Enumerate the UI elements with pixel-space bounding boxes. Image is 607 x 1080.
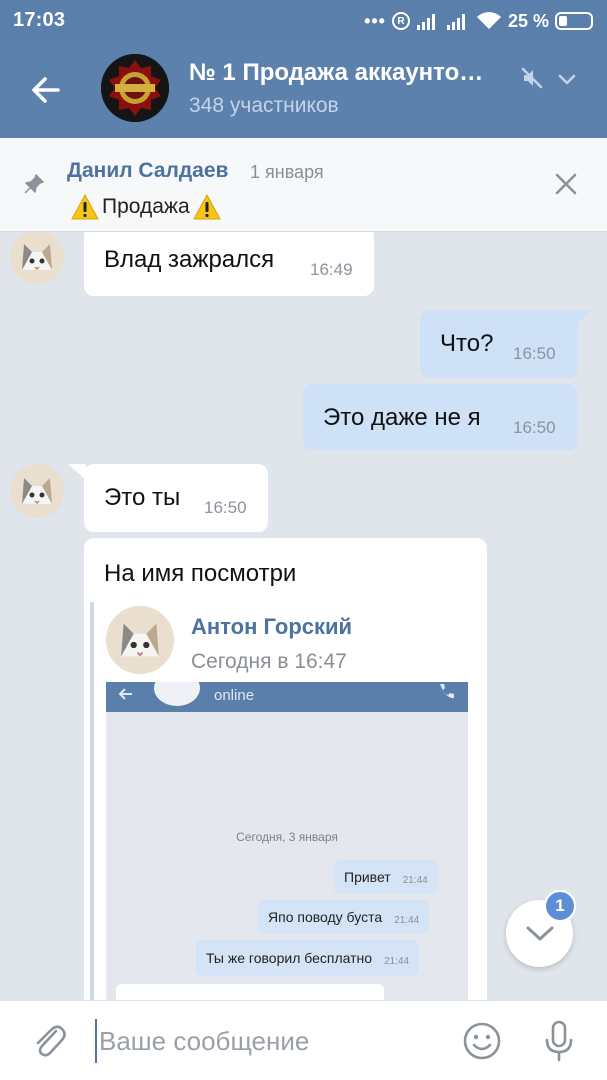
avatar[interactable] <box>106 606 174 674</box>
screenshot-bubble-time: 21:44 <box>402 874 428 886</box>
screenshot-bubble: Япо поводу буста 21:44 <box>258 900 430 934</box>
screenshot-date-separator: Сегодня, 3 января <box>236 830 338 844</box>
attached-screenshot[interactable]: online Сегодня, 3 января Привет 21:44 Яп… <box>106 682 468 1000</box>
chat-member-count: 348 участников <box>189 94 339 117</box>
screenshot-bubble: Привет 21:44 <box>334 860 438 894</box>
wifi-icon <box>476 12 501 29</box>
emoji-icon[interactable] <box>462 1021 502 1061</box>
more-notifications-icon: ••• <box>364 10 386 31</box>
message-text: Это даже не я <box>323 404 481 431</box>
battery-icon <box>555 12 593 30</box>
message-text: Что? <box>440 330 494 357</box>
forwarded-quote-line <box>90 602 94 1000</box>
unread-badge: 1 <box>544 890 576 922</box>
status-time: 17:03 <box>13 9 66 31</box>
message-bubble-incoming[interactable]: Это ты 16:50 <box>84 464 268 532</box>
screenshot-bubble-text: Япо поводу буста <box>268 909 383 925</box>
message-bubble-outgoing[interactable]: Что? 16:50 <box>420 310 578 378</box>
forwarded-author[interactable]: Антон Горский <box>191 614 352 640</box>
message-time: 16:49 <box>310 260 353 279</box>
microphone-icon[interactable] <box>542 1019 576 1063</box>
chat-title[interactable]: № 1 Продажа аккаунто… <box>189 59 519 87</box>
pinned-author[interactable]: Данил Салдаев <box>67 159 228 183</box>
attach-icon[interactable] <box>30 1021 68 1061</box>
cat-avatar-icon <box>10 232 64 284</box>
back-arrow-icon <box>118 688 132 700</box>
back-arrow-icon[interactable] <box>26 70 66 110</box>
composer <box>0 1000 607 1080</box>
message-time: 16:50 <box>204 498 247 517</box>
chevron-down-icon <box>526 926 554 941</box>
status-bar: 17:03 ••• R 25 % <box>0 0 607 42</box>
message-time: 16:50 <box>513 418 556 437</box>
message-bubble-outgoing[interactable]: Это даже не я 16:50 <box>303 384 578 450</box>
message-bubble-incoming[interactable]: Влад зажрался 16:49 <box>84 232 374 296</box>
message-text: На имя посмотри <box>104 560 297 587</box>
chat-header: № 1 Продажа аккаунто… 348 участников <box>0 42 607 138</box>
pinned-text-label: Продажа <box>102 195 190 218</box>
screenshot-status: online <box>214 687 255 704</box>
screenshot-bubble-time: 21:44 <box>394 914 420 926</box>
screenshot-bubble-text: Ты же говорил бесплатно <box>206 950 373 966</box>
message-time: 16:50 <box>513 344 556 363</box>
pinned-date: 1 января <box>250 162 324 182</box>
forwarded-date: Сегодня в 16:47 <box>191 650 347 673</box>
screenshot-header: online <box>106 682 468 712</box>
pin-icon <box>24 174 44 194</box>
battery-percent: 25 % <box>507 10 549 31</box>
pinned-message[interactable]: Данил Салдаев 1 января Продажа <box>0 138 607 232</box>
warning-icon <box>192 193 221 220</box>
pinned-text: Продажа <box>70 193 222 221</box>
message-text: Влад зажрался <box>104 246 275 273</box>
close-icon[interactable] <box>552 170 580 198</box>
warning-icon <box>71 193 99 220</box>
chat-avatar[interactable] <box>101 54 169 122</box>
message-input[interactable] <box>95 1019 445 1063</box>
screenshot-bubble-text: Привет <box>344 869 391 885</box>
bubble-tail <box>574 310 592 326</box>
message-list[interactable]: Влад зажрался 16:49 Что? 16:50 Это даже … <box>0 232 607 1000</box>
mute-icon[interactable] <box>520 66 544 90</box>
screenshot-bubble: Ты же говорил бесплатно 21:44 <box>196 940 420 976</box>
chevron-down-icon[interactable] <box>556 68 578 90</box>
screenshot-bubble-partial <box>116 984 384 1000</box>
phone-icon <box>440 684 454 699</box>
screenshot-bubble-time: 21:44 <box>384 955 410 967</box>
cat-avatar-icon <box>10 464 64 518</box>
avatar <box>154 682 200 706</box>
avatar[interactable] <box>10 232 64 284</box>
message-text: Это ты <box>104 484 181 511</box>
status-icons: ••• R 25 % <box>364 8 593 34</box>
chat-logo-icon <box>101 54 169 122</box>
cat-avatar-icon <box>106 606 174 674</box>
registered-icon: R <box>391 12 410 30</box>
signal-icon <box>446 14 465 30</box>
avatar[interactable] <box>10 464 64 518</box>
signal-icon <box>416 14 435 30</box>
